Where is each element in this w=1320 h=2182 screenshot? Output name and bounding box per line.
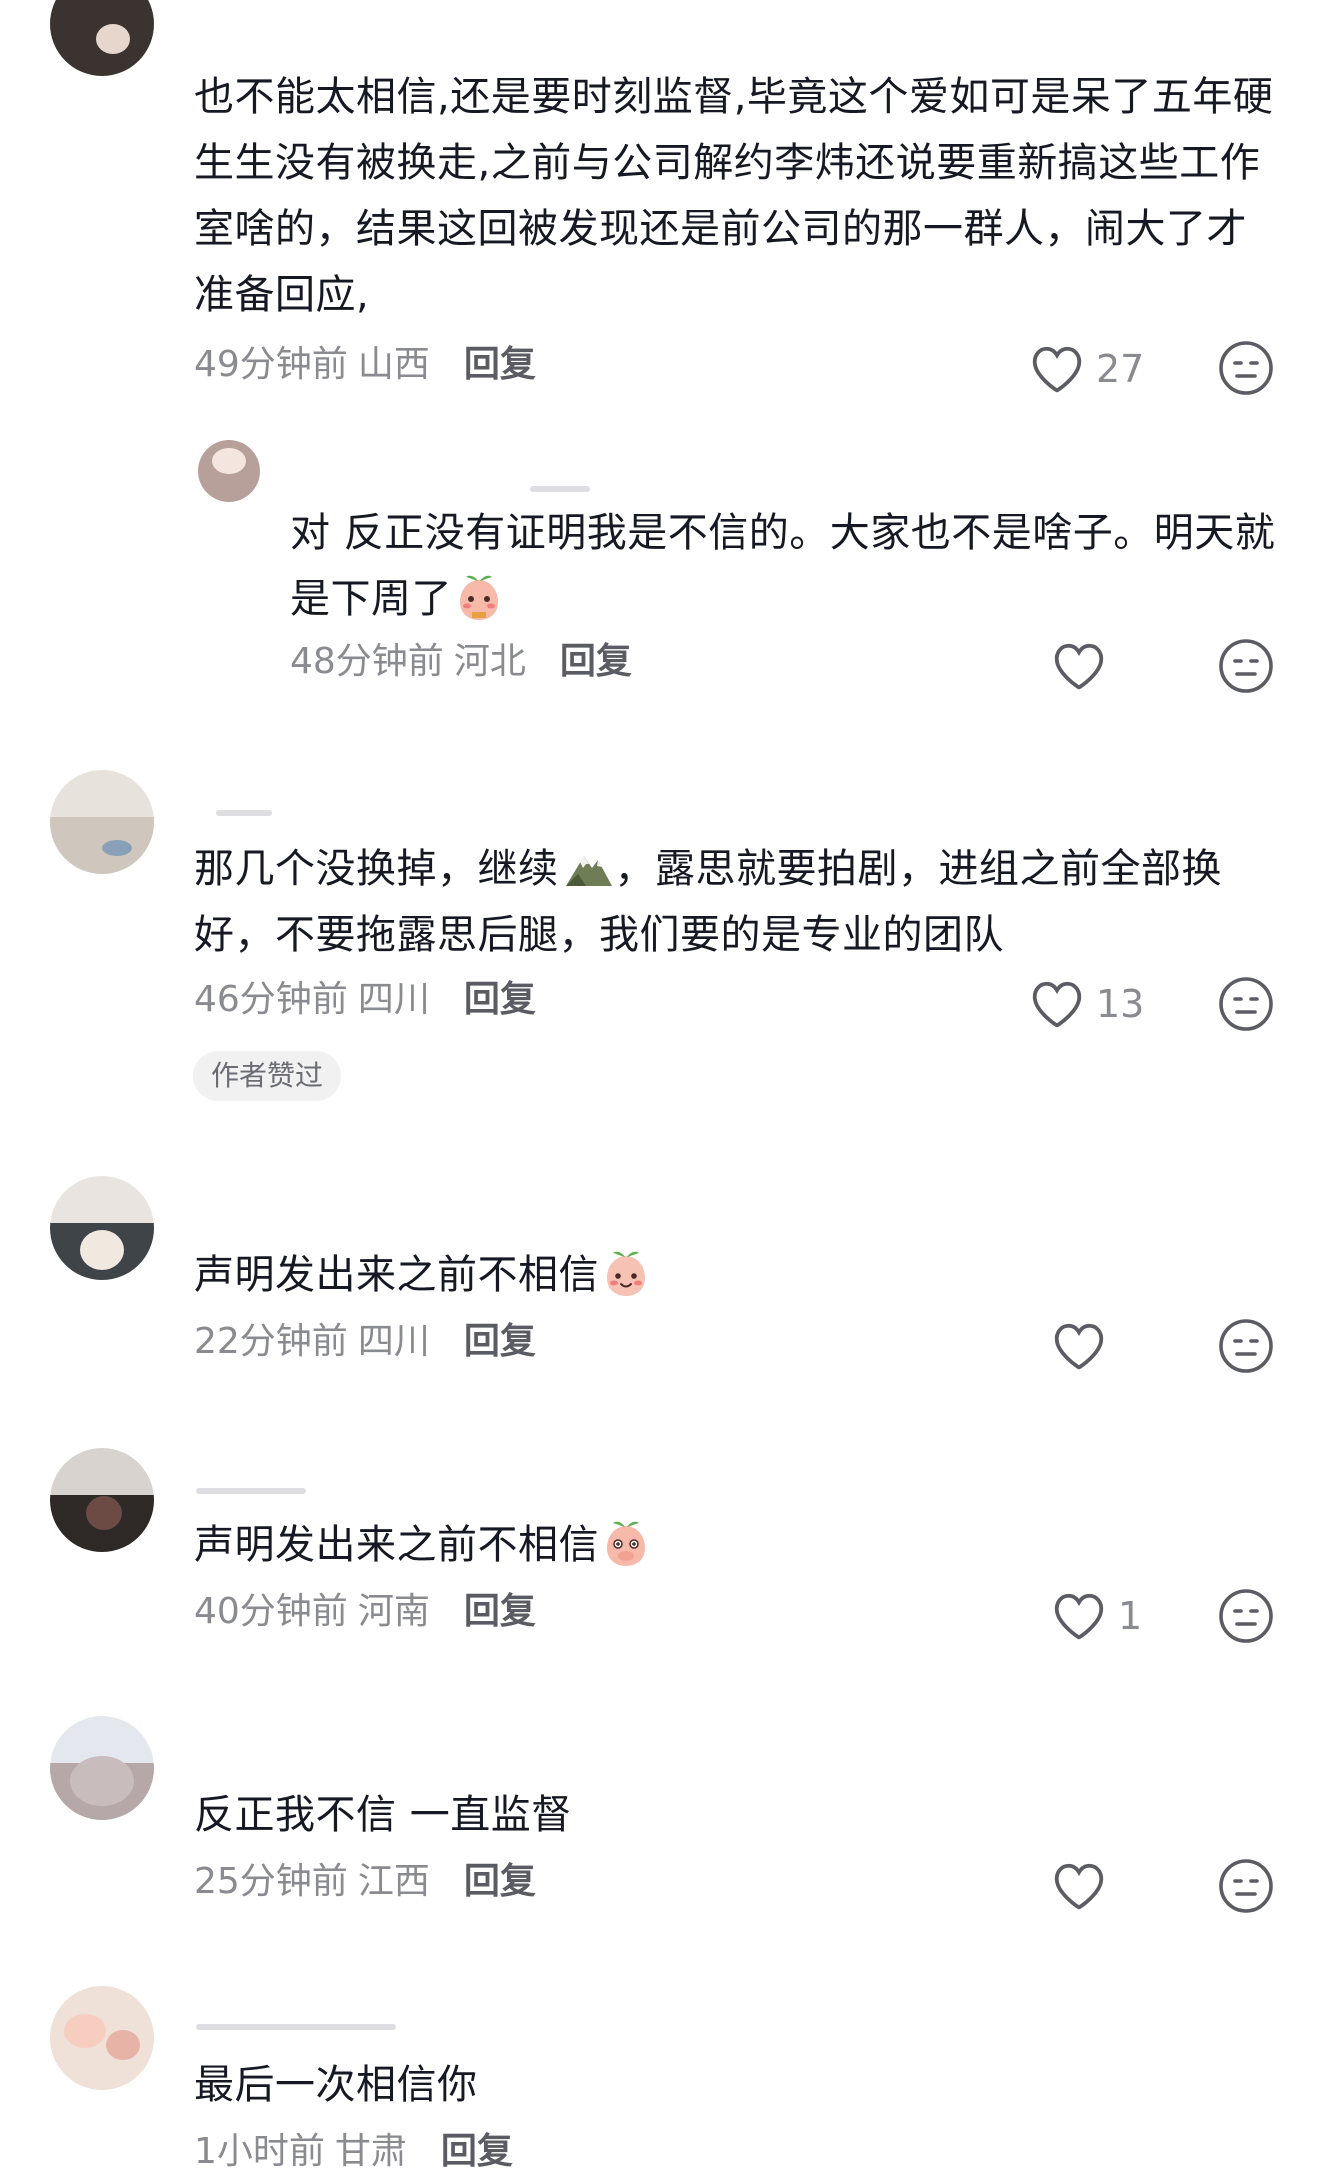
comment-text-content: 那几个没换掉，继续 [194,846,559,892]
comment-time: 48分钟前 [290,641,444,682]
avatar[interactable] [50,770,154,874]
comment-text: 声明发出来之前不相信 [194,1512,1274,1578]
neutral-face-icon[interactable] [1218,1858,1274,1914]
neutral-face-icon[interactable] [1218,340,1274,396]
faded-author-name [216,810,272,816]
peach-cover-mouth-emoji [607,1521,645,1566]
heart-outline-icon [1054,1593,1104,1640]
avatar[interactable] [198,440,260,502]
reply-button[interactable]: 回复 [464,1591,536,1632]
comment-text: 也不能太相信,还是要时刻监督,毕竟这个爱如可是呆了五年硬生生没有被换走,之前与公… [194,74,1274,318]
comment-location: 四川 [357,1321,430,1362]
heart-outline-icon [1032,981,1082,1028]
author-liked-badge: 作者赞过 [193,1051,342,1101]
like-button[interactable] [1052,1316,1118,1376]
like-count: 27 [1096,347,1145,391]
comment-location: 甘肃 [334,2131,407,2172]
peach-shy-emoji [460,575,498,620]
reply-button[interactable]: 回复 [464,1861,536,1902]
comment-text: 那几个没换掉，继续 ，露思就要拍剧，进组之前全部换好，不要拖露思后腿，我们要的是专… [194,836,1274,968]
faded-author-name [196,2024,396,2030]
comment-time: 49分钟前 [194,344,348,385]
comment-meta: 25分钟前 江西 回复 [194,1860,536,1904]
comment-text-content: 声明发出来之前不相信 [194,1522,599,1568]
comment-meta: 49分钟前 山西 回复 [194,343,536,387]
comment-location: 山西 [357,344,430,385]
neutral-face-icon[interactable] [1218,1588,1274,1644]
comment-meta: 46分钟前 四川 回复 [194,978,536,1022]
comment-text: 声明发出来之前不相信 [194,1242,1274,1308]
heart-outline-icon [1054,1323,1104,1370]
neutral-face-icon[interactable] [1218,976,1274,1032]
like-button[interactable]: 1 [1052,1586,1142,1646]
comment-location: 江西 [357,1861,430,1902]
comment-text-content: 声明发出来之前不相信 [194,1252,599,1298]
heart-outline-icon [1054,643,1104,690]
comment-meta: 48分钟前 河北 回复 [290,640,632,684]
comment-time: 25分钟前 [194,1861,348,1902]
comment-text-content: 对 反正没有证明我是不信的。大家也不是啥子。明天就是下周了 [290,510,1276,622]
neutral-face-icon[interactable] [1218,638,1274,694]
avatar[interactable] [50,1986,154,2090]
comment-time: 46分钟前 [194,979,348,1020]
comment-text: 对 反正没有证明我是不信的。大家也不是啥子。明天就是下周了 [290,500,1280,632]
comment-text: 反正我不信 一直监督 [194,1792,572,1838]
reply-button[interactable]: 回复 [441,2131,513,2172]
avatar[interactable] [50,1448,154,1552]
neutral-face-icon[interactable] [1218,1318,1274,1374]
faded-author-name [530,486,590,492]
like-button[interactable] [1052,1856,1118,1916]
reply-button[interactable]: 回复 [560,641,632,682]
mountain-emoji [565,856,612,886]
comment-time: 1小时前 [194,2131,325,2172]
heart-outline-icon [1032,346,1082,393]
reply-button[interactable]: 回复 [464,979,536,1020]
comment-meta: 1小时前 甘肃 回复 [194,2130,513,2174]
reply-button[interactable]: 回复 [464,344,536,385]
comment-meta: 22分钟前 四川 回复 [194,1320,536,1364]
like-count: 13 [1096,982,1145,1026]
reply-button[interactable]: 回复 [464,1321,536,1362]
avatar[interactable] [50,0,154,76]
like-button[interactable]: 27 [1030,339,1144,399]
comment-meta: 40分钟前 河南 回复 [194,1590,536,1634]
heart-outline-icon [1054,1863,1104,1910]
peach-smile-emoji [607,1251,645,1296]
comment-location: 河南 [357,1591,430,1632]
faded-author-name [196,1488,306,1494]
like-button[interactable]: 13 [1030,974,1144,1034]
comment-text: 最后一次相信你 [194,2062,478,2108]
comment-location: 四川 [357,979,430,1020]
like-button[interactable] [1052,636,1118,696]
comment-time: 40分钟前 [194,1591,348,1632]
avatar[interactable] [50,1716,154,1820]
comment-time: 22分钟前 [194,1321,348,1362]
comment-location: 河北 [453,641,526,682]
like-count: 1 [1118,1594,1143,1638]
avatar[interactable] [50,1176,154,1280]
